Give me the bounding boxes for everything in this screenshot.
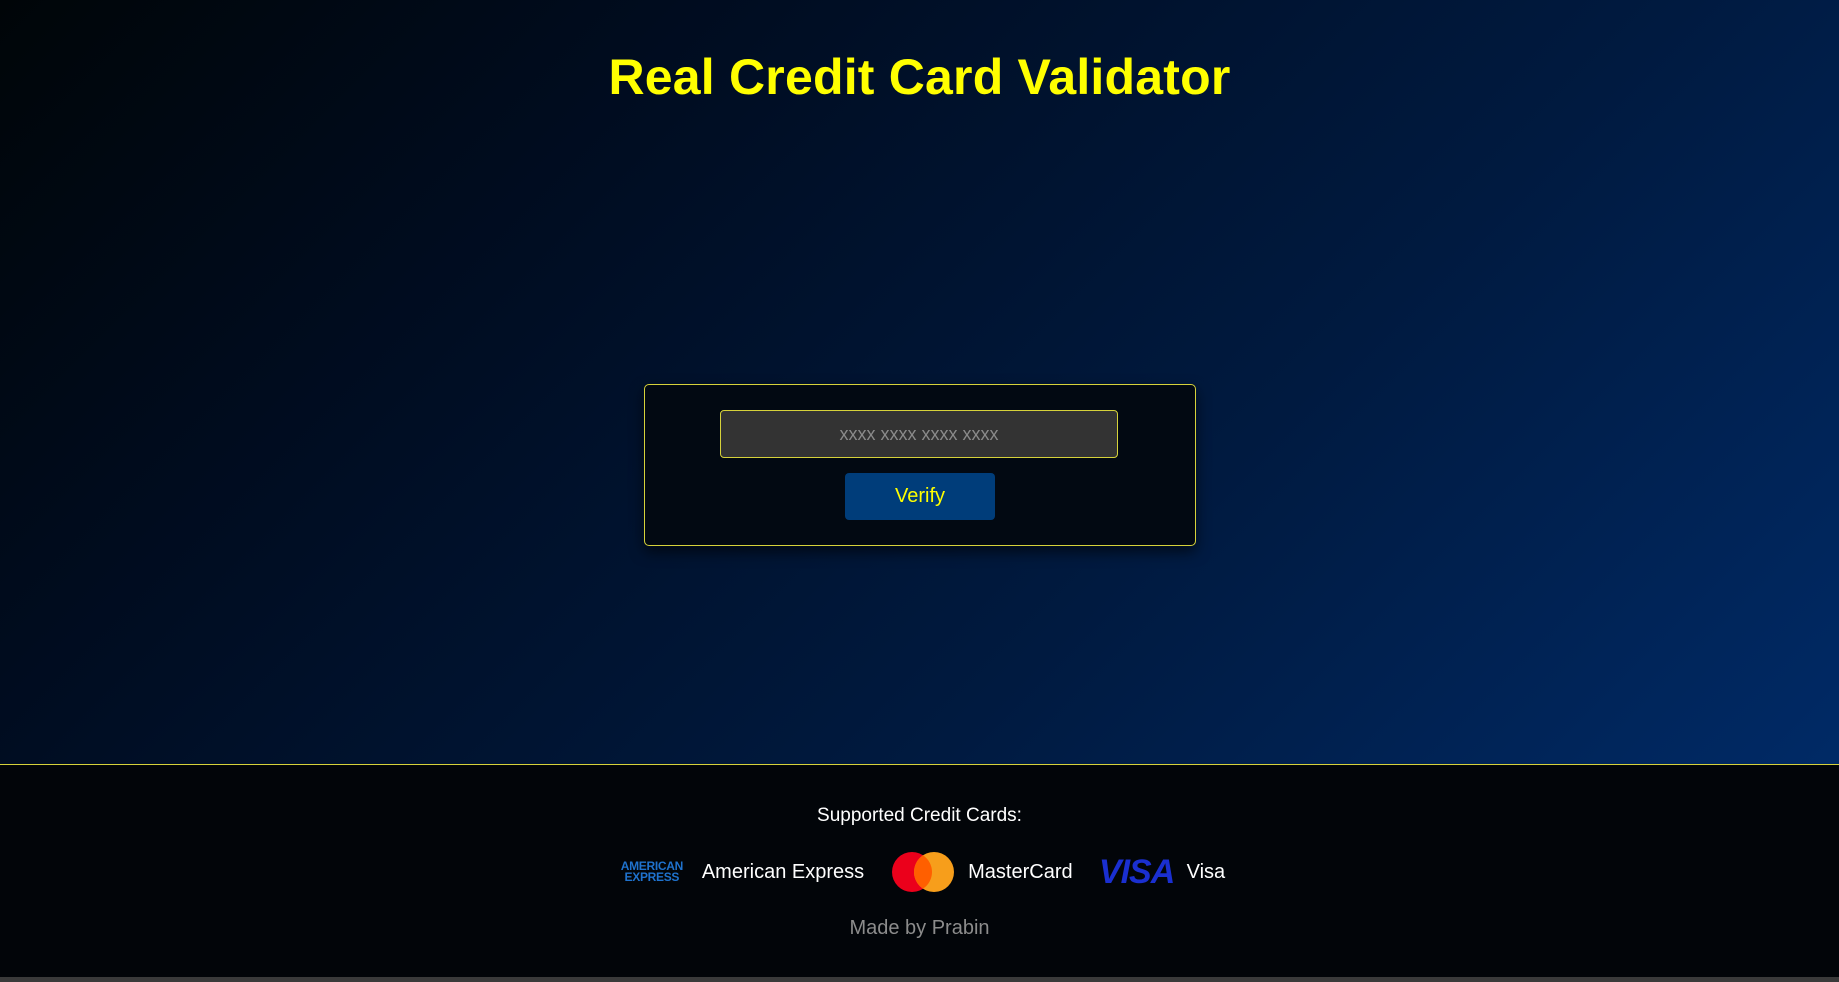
validator-panel: Verify bbox=[644, 384, 1196, 546]
amex-logo-text-bottom: EXPRESS bbox=[624, 870, 680, 884]
main-section: Real Credit Card Validator Verify bbox=[0, 0, 1839, 765]
mastercard-logo-icon bbox=[892, 852, 955, 892]
card-item-mastercard: MasterCard bbox=[890, 851, 1073, 893]
verify-button[interactable]: Verify bbox=[845, 473, 995, 520]
visa-logo-icon: VISA bbox=[1098, 852, 1175, 891]
card-number-input[interactable] bbox=[720, 410, 1118, 458]
footer: Supported Credit Cards: AMERICAN EXPRESS… bbox=[0, 765, 1839, 977]
credit-text: Made by Prabin bbox=[849, 917, 990, 939]
amex-logo-icon: AMERICAN EXPRESS bbox=[614, 860, 690, 884]
card-label-amex: American Express bbox=[701, 860, 865, 883]
card-item-amex: AMERICAN EXPRESS American Express bbox=[614, 860, 865, 884]
card-item-visa: VISA Visa bbox=[1098, 852, 1226, 892]
bottom-divider bbox=[0, 977, 1839, 982]
supported-cards-list: AMERICAN EXPRESS American Express Master… bbox=[0, 851, 1839, 893]
card-label-mastercard: MasterCard bbox=[968, 860, 1073, 883]
page-title: Real Credit Card Validator bbox=[608, 49, 1231, 105]
supported-cards-heading: Supported Credit Cards: bbox=[817, 805, 1022, 826]
card-label-visa: Visa bbox=[1186, 860, 1226, 883]
